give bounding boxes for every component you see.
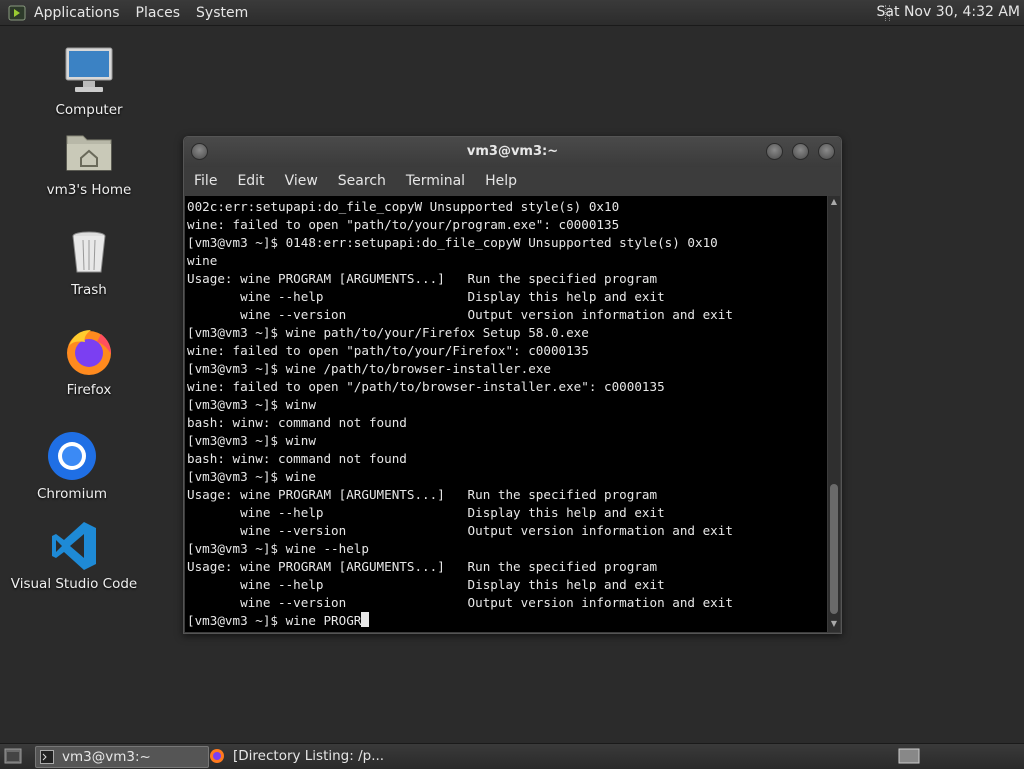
trash-icon	[72, 231, 106, 273]
workspace-switcher-icon[interactable]	[898, 748, 920, 764]
terminal-window[interactable]: vm3@vm3:~ File Edit View Search Terminal…	[183, 136, 842, 634]
taskbar-label: vm3@vm3:~	[62, 749, 151, 765]
terminal-line: wine: failed to open "path/to/your/progr…	[187, 217, 620, 232]
menu-help[interactable]: Help	[475, 173, 527, 189]
desktop-label: Computer	[55, 102, 123, 118]
top-panel: Applications Places System Sat Nov 30, 4…	[0, 0, 1024, 26]
terminal-output[interactable]: 002c:err:setupapi:do_file_copyW Unsuppor…	[185, 196, 827, 632]
menu-search[interactable]: Search	[328, 173, 396, 189]
terminal-line: wine --help Display this help and exit	[187, 577, 665, 592]
title-bar[interactable]: vm3@vm3:~	[184, 137, 841, 167]
menu-system[interactable]: System	[188, 5, 256, 21]
maximize-button[interactable]	[792, 143, 809, 160]
terminal-line: [vm3@vm3 ~]$ wine /path/to/browser-insta…	[187, 361, 551, 376]
terminal-line: bash: winw: command not found	[187, 451, 407, 466]
desktop-icon-trash[interactable]: Trash	[24, 224, 154, 298]
vscode-icon	[52, 522, 96, 570]
terminal-line: wine: failed to open "/path/to/browser-i…	[187, 379, 665, 394]
terminal-line: [vm3@vm3 ~]$ wine path/to/your/Firefox S…	[187, 325, 589, 340]
terminal-line: Usage: wine PROGRAM [ARGUMENTS...] Run t…	[187, 271, 658, 286]
terminal-line: 002c:err:setupapi:do_file_copyW Unsuppor…	[187, 199, 620, 214]
scroll-up-icon[interactable]: ▲	[830, 198, 838, 206]
bottom-panel: vm3@vm3:~ [Directory Listing: /p...	[0, 743, 1024, 769]
terminal-line: wine --help Display this help and exit	[187, 505, 665, 520]
terminal-line: [vm3@vm3 ~]$ wine --help	[187, 541, 369, 556]
scroll-down-icon[interactable]: ▼	[830, 620, 838, 628]
minimize-button[interactable]	[766, 143, 783, 160]
terminal-line: [vm3@vm3 ~]$ 0148:err:setupapi:do_file_c…	[187, 235, 718, 250]
home-folder-icon	[66, 135, 112, 171]
menu-edit[interactable]: Edit	[227, 173, 274, 189]
terminal-line: wine	[187, 253, 218, 268]
menu-view[interactable]: View	[275, 173, 328, 189]
firefox-icon	[67, 330, 111, 375]
terminal-input-line[interactable]: [vm3@vm3 ~]$ wine PROGR	[187, 612, 827, 630]
desktop-label: Trash	[71, 282, 107, 298]
desktop-label: Chromium	[36, 486, 108, 502]
menu-file[interactable]: File	[184, 173, 227, 189]
scrollbar[interactable]: ▲ ▼	[828, 196, 840, 632]
menu-terminal[interactable]: Terminal	[396, 173, 475, 189]
terminal-line: wine --version Output version informatio…	[187, 523, 733, 538]
desktop-icon-computer[interactable]: Computer	[24, 44, 154, 118]
desktop-icon-home[interactable]: vm3's Home	[24, 124, 154, 198]
text-cursor	[361, 612, 370, 627]
menu-applications[interactable]: Applications	[26, 5, 128, 21]
terminal-line: Usage: wine PROGRAM [ARGUMENTS...] Run t…	[187, 559, 658, 574]
terminal-line: bash: winw: command not found	[187, 415, 407, 430]
show-desktop-icon[interactable]	[4, 748, 22, 764]
taskbar-label: [Directory Listing: /p...	[233, 748, 385, 764]
terminal-line: [vm3@vm3 ~]$ winw	[187, 433, 316, 448]
desktop-label: Firefox	[66, 382, 112, 398]
clock[interactable]: Sat Nov 30, 4:32 AM	[877, 4, 1020, 20]
terminal-line: wine --version Output version informatio…	[187, 307, 733, 322]
desktop-icon-vscode[interactable]: Visual Studio Code	[9, 518, 139, 592]
menu-places[interactable]: Places	[128, 5, 189, 21]
terminal-icon	[40, 750, 54, 764]
scroll-thumb[interactable]	[830, 484, 838, 614]
computer-icon	[65, 47, 113, 92]
terminal-line: wine --version Output version informatio…	[187, 595, 733, 610]
firefox-icon	[210, 749, 224, 763]
terminal-line: [vm3@vm3 ~]$ winw	[187, 397, 316, 412]
desktop-label: Visual Studio Code	[10, 576, 138, 592]
applications-menu-icon[interactable]	[8, 4, 26, 22]
desktop-icon-firefox[interactable]: Firefox	[24, 324, 154, 398]
terminal-line: wine: failed to open "path/to/your/Firef…	[187, 343, 589, 358]
terminal-line: wine --help Display this help and exit	[187, 289, 665, 304]
desktop-icon-chromium[interactable]: Chromium	[7, 428, 137, 502]
terminal-line: Usage: wine PROGRAM [ARGUMENTS...] Run t…	[187, 487, 658, 502]
taskbar-item-firefox[interactable]: [Directory Listing: /p...	[205, 746, 413, 766]
window-title: vm3@vm3:~	[466, 144, 559, 159]
terminal-text: 002c:err:setupapi:do_file_copyW Unsuppor…	[185, 196, 827, 630]
taskbar-item-terminal[interactable]: vm3@vm3:~	[35, 746, 209, 768]
close-button[interactable]	[818, 143, 835, 160]
chromium-icon	[48, 432, 96, 480]
desktop-label: vm3's Home	[46, 182, 132, 198]
terminal-line: [vm3@vm3 ~]$ wine	[187, 469, 316, 484]
terminal-menubar: File Edit View Search Terminal Help	[184, 167, 841, 195]
